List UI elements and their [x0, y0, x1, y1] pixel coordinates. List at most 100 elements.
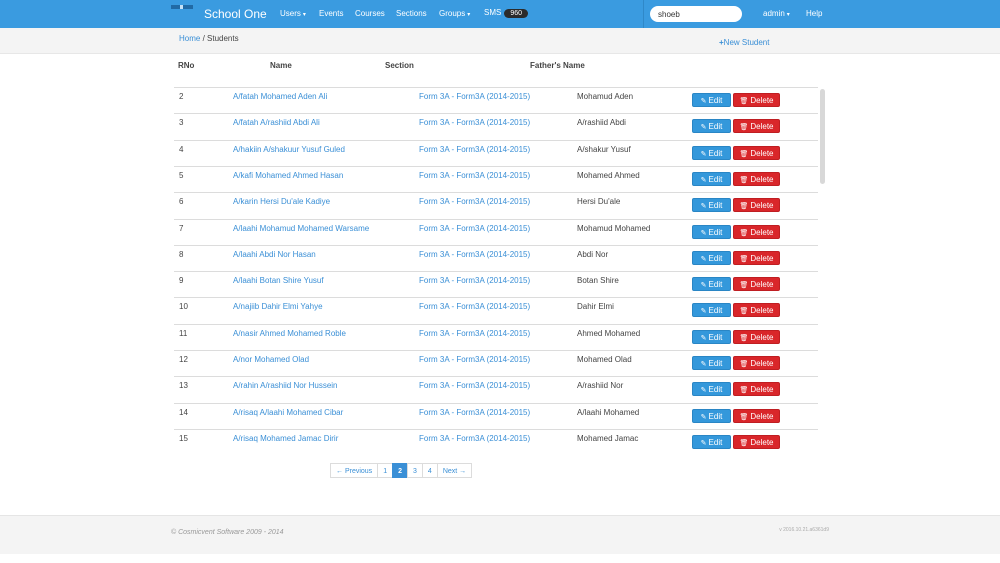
delete-button[interactable]: 🗑 Delete	[733, 408, 780, 423]
edit-button[interactable]: ✎ Edit	[692, 93, 731, 107]
trash-icon: 🗑	[739, 308, 749, 316]
student-name-link[interactable]: A/laahi Botan Shire Yusuf	[233, 276, 324, 285]
student-name-link[interactable]: A/risaq Mohamed Jamac Dirir	[233, 434, 338, 443]
brand-logo[interactable]	[171, 5, 193, 9]
table-row: 2 A/fatah Mohamed Aden Ali Form 3A - Form3…	[174, 87, 818, 114]
section-link[interactable]: Form 3A - Form3A (2014-2015)	[419, 92, 530, 101]
nav-groups[interactable]: Groups ▾	[439, 9, 470, 18]
student-name-link[interactable]: A/najiib Dahir Elmi Yahye	[233, 302, 323, 311]
edit-label: Edit	[708, 280, 723, 290]
table-row: 15 A/risaq Mohamed Jamac Dirir Form 3A - F…	[174, 428, 818, 453]
edit-button[interactable]: ✎ Edit	[692, 303, 731, 318]
edit-icon: ✎	[700, 150, 707, 158]
pagination-page-4[interactable]: 4	[421, 463, 438, 478]
edit-button[interactable]: ✎ Edit	[692, 329, 731, 344]
edit-button[interactable]: ✎ Edit	[692, 224, 731, 239]
delete-button[interactable]: 🗑 Delete	[733, 356, 780, 370]
delete-button[interactable]: 🗑 Delete	[733, 171, 780, 186]
delete-button[interactable]: 🗑 Delete	[733, 329, 780, 344]
delete-button[interactable]: 🗑 Delete	[733, 224, 780, 239]
nav-courses[interactable]: Courses	[355, 9, 385, 18]
nav-events[interactable]: Events	[319, 9, 343, 18]
pagination-page-3[interactable]: 3	[407, 463, 423, 478]
delete-button[interactable]: 🗑 Delete	[733, 119, 780, 134]
section-link[interactable]: Form 3A - Form3A (2014-2015)	[419, 329, 530, 338]
nav-users-label: Users	[280, 9, 301, 18]
delete-button[interactable]: 🗑 Delete	[733, 277, 780, 292]
pagination-previous[interactable]: ← Previous	[330, 463, 379, 478]
edit-button[interactable]: ✎ Edit	[692, 356, 731, 370]
section-link[interactable]: Form 3A - Form3A (2014-2015)	[419, 381, 530, 390]
section-link[interactable]: Form 3A - Form3A (2014-2015)	[419, 118, 530, 127]
delete-button[interactable]: 🗑 Delete	[733, 434, 780, 449]
student-name-link[interactable]: A/rahin A/rashiid Nor Hussein	[233, 381, 338, 390]
edit-button[interactable]: ✎ Edit	[692, 277, 731, 292]
pagination-page-1[interactable]: 1	[377, 463, 394, 478]
delete-button[interactable]: 🗑 Delete	[733, 303, 780, 318]
student-name-link[interactable]: A/laahi Mohamud Mohamed Warsame	[233, 224, 369, 233]
breadcrumb-home[interactable]: Home	[179, 34, 200, 43]
nav-sections[interactable]: Sections	[396, 9, 427, 18]
section-link[interactable]: Form 3A - Form3A (2014-2015)	[419, 224, 530, 233]
delete-label: Delete	[750, 227, 774, 237]
student-name-link[interactable]: A/risaq A/laahi Mohamed Cibar	[233, 408, 343, 417]
sms-count-badge: 960	[504, 9, 529, 18]
student-name-link[interactable]: A/fatah A/rashiid Abdi Ali	[233, 118, 320, 127]
section-link[interactable]: Form 3A - Form3A (2014-2015)	[419, 302, 530, 311]
student-name-link[interactable]: A/nor Mohamed Olad	[233, 355, 309, 364]
nav-help[interactable]: Help	[806, 9, 822, 18]
navbar-divider	[643, 0, 644, 28]
section-link[interactable]: Form 3A - Form3A (2014-2015)	[419, 408, 530, 417]
table-row: 3 A/fatah A/rashiid Abdi Ali Form 3A - For…	[174, 113, 818, 140]
section-link[interactable]: Form 3A - Form3A (2014-2015)	[419, 197, 530, 206]
table-scrollbar[interactable]	[820, 89, 825, 184]
delete-button[interactable]: 🗑 Delete	[733, 93, 780, 107]
student-name-link[interactable]: A/fatah Mohamed Aden Ali	[233, 92, 327, 101]
edit-button[interactable]: ✎ Edit	[692, 145, 731, 160]
trash-icon: 🗑	[739, 98, 749, 105]
new-student-link[interactable]: +New Student	[719, 38, 769, 47]
edit-button[interactable]: ✎ Edit	[692, 198, 731, 213]
section-link[interactable]: Form 3A - Form3A (2014-2015)	[419, 276, 530, 285]
nav-sms[interactable]: SMS 960	[484, 8, 529, 18]
pagination-page-2[interactable]: 2	[392, 463, 408, 478]
section-link[interactable]: Form 3A - Form3A (2014-2015)	[419, 355, 530, 364]
student-name-link[interactable]: A/laahi Abdi Nor Hasan	[233, 250, 316, 259]
delete-button[interactable]: 🗑 Delete	[733, 250, 780, 265]
search-input[interactable]	[650, 6, 742, 22]
section-link[interactable]: Form 3A - Form3A (2014-2015)	[419, 250, 530, 259]
section-link[interactable]: Form 3A - Form3A (2014-2015)	[419, 171, 530, 180]
edit-label: Edit	[708, 411, 723, 421]
table-row: 13 A/rahin A/rashiid Nor Hussein Form 3A -…	[174, 376, 818, 403]
edit-button[interactable]: ✎ Edit	[692, 171, 731, 186]
brand-title[interactable]: School One	[204, 7, 267, 21]
student-name-link[interactable]: A/hakiin A/shakuur Yusuf Guled	[233, 145, 345, 154]
delete-label: Delete	[750, 253, 774, 263]
nav-users[interactable]: Users ▾	[280, 9, 306, 18]
edit-button[interactable]: ✎ Edit	[692, 434, 731, 449]
edit-button[interactable]: ✎ Edit	[692, 382, 731, 397]
breadcrumb-current: Students	[207, 34, 239, 43]
trash-icon: 🗑	[739, 150, 749, 158]
section-link[interactable]: Form 3A - Form3A (2014-2015)	[419, 434, 530, 443]
student-name-link[interactable]: A/kafi Mohamed Ahmed Hasan	[233, 171, 343, 180]
trash-icon: 🗑	[739, 203, 749, 211]
nav-groups-label: Groups	[439, 9, 466, 18]
edit-button[interactable]: ✎ Edit	[692, 408, 731, 423]
edit-button[interactable]: ✎ Edit	[692, 250, 731, 265]
delete-label: Delete	[750, 385, 774, 395]
student-name-link[interactable]: A/nasir Ahmed Mohamed Roble	[233, 329, 346, 338]
nav-sms-label: SMS	[484, 8, 502, 17]
delete-label: Delete	[750, 174, 774, 184]
edit-button[interactable]: ✎ Edit	[692, 119, 731, 134]
delete-button[interactable]: 🗑 Delete	[733, 198, 780, 213]
delete-label: Delete	[750, 332, 774, 342]
pagination-next[interactable]: Next →	[436, 463, 473, 478]
delete-button[interactable]: 🗑 Delete	[733, 145, 780, 160]
student-name-link[interactable]: A/karin Hersi Du'ale Kadiye	[233, 197, 330, 206]
edit-label: Edit	[708, 306, 723, 316]
nav-admin[interactable]: admin ▾	[763, 9, 790, 18]
section-link[interactable]: Form 3A - Form3A (2014-2015)	[419, 145, 530, 154]
students-table-body[interactable]: 2 A/fatah Mohamed Aden Ali Form 3A - Form3…	[174, 87, 826, 453]
delete-button[interactable]: 🗑 Delete	[733, 382, 780, 397]
